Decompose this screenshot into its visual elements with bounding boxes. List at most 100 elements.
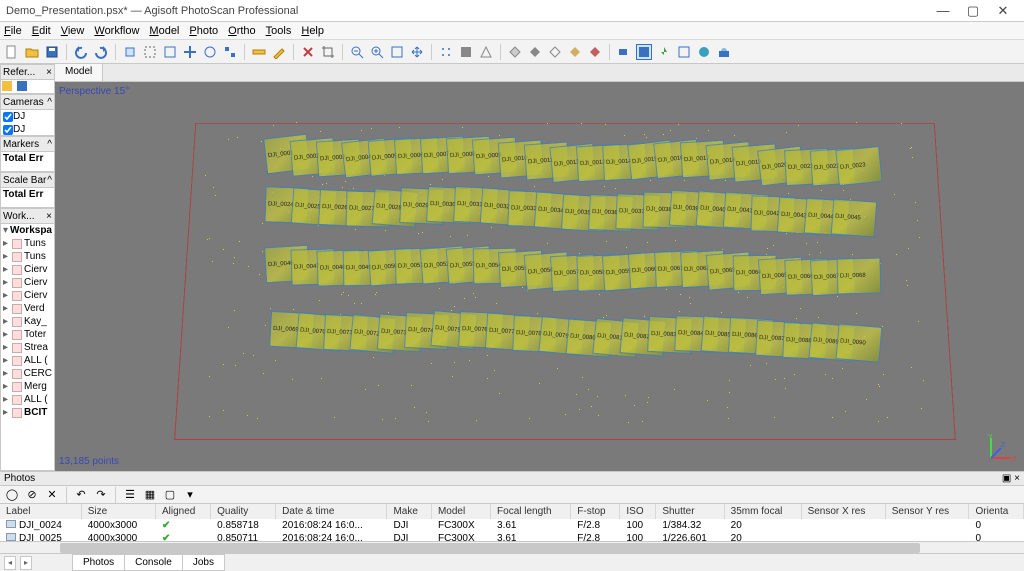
minimize-button[interactable]: — [928, 3, 958, 18]
table-row[interactable]: DJI_00244000x3000✔0.8587182016:08:24 16:… [0, 519, 1024, 532]
workspace-panel-header[interactable]: Work...× [0, 208, 55, 224]
zoom-fit-icon[interactable] [389, 44, 405, 60]
workspace-item[interactable]: ▸Verd [1, 302, 54, 315]
table-header[interactable]: F-stop [571, 504, 620, 519]
table-header[interactable]: Label [0, 504, 81, 519]
new-icon[interactable] [4, 44, 20, 60]
details-view-icon[interactable]: ☰ [122, 487, 138, 503]
select-marquee-icon[interactable] [162, 44, 178, 60]
status-right-arrow[interactable]: ▸ [20, 556, 32, 570]
table-header[interactable]: Sensor X res [801, 504, 885, 519]
workspace-item[interactable]: ▸Tuns [1, 237, 54, 250]
table-header[interactable]: Model [431, 504, 490, 519]
table-header[interactable]: ISO [620, 504, 656, 519]
workspace-item[interactable]: ▸Kay_ [1, 315, 54, 328]
pan-icon[interactable] [409, 44, 425, 60]
camera-item[interactable]: DJ [1, 123, 54, 136]
view-dense-icon[interactable] [458, 44, 474, 60]
reference-panel-header[interactable]: Refer...× [0, 64, 55, 80]
thumbnail-view-icon[interactable]: ▦ [142, 487, 158, 503]
maximize-button[interactable]: ▢ [958, 3, 988, 19]
cameras-panel-header[interactable]: Cameras^ [0, 94, 55, 110]
view-points-icon[interactable] [438, 44, 454, 60]
redo-icon[interactable] [93, 44, 109, 60]
model-viewport[interactable]: Perspective 15° 13,185 points DJI_0001DJ… [55, 82, 1024, 471]
wire-icon[interactable] [547, 44, 563, 60]
shade-icon[interactable] [507, 44, 523, 60]
show-ortho-icon[interactable] [716, 44, 732, 60]
photos-hscroll[interactable] [0, 541, 1024, 553]
workspace-item[interactable]: ▸Tuns [1, 250, 54, 263]
menu-ortho[interactable]: Ortho [228, 25, 256, 37]
undo-icon[interactable] [73, 44, 89, 60]
texture-icon[interactable] [567, 44, 583, 60]
table-row[interactable]: DJI_00254000x3000✔0.8507112016:08:24 16:… [0, 532, 1024, 541]
remove-icon[interactable]: ✕ [44, 487, 60, 503]
table-header[interactable]: 35mm focal [724, 504, 801, 519]
table-header[interactable]: Sensor Y res [885, 504, 969, 519]
table-header[interactable]: Aligned [156, 504, 211, 519]
table-header[interactable]: Shutter [656, 504, 724, 519]
ruler-icon[interactable] [251, 44, 267, 60]
tab-model[interactable]: Model [55, 64, 103, 81]
menu-file[interactable]: File [4, 25, 22, 37]
status-left-arrow[interactable]: ◂ [4, 556, 16, 570]
rotate-right-icon[interactable]: ↷ [93, 487, 109, 503]
delete-icon[interactable] [300, 44, 316, 60]
table-header[interactable]: Make [387, 504, 432, 519]
pencil-icon[interactable] [271, 44, 287, 60]
rotate-left-icon[interactable]: ↶ [73, 487, 89, 503]
workspace-item[interactable]: ▸ALL ( [1, 393, 54, 406]
view-mesh-icon[interactable] [478, 44, 494, 60]
show-markers-icon[interactable] [656, 44, 672, 60]
nav-icon[interactable] [122, 44, 138, 60]
camera-item[interactable]: DJ [1, 110, 54, 123]
workspace-item[interactable]: ▸CERC [1, 367, 54, 380]
zoom-out-icon[interactable] [349, 44, 365, 60]
large-view-icon[interactable]: ▢ [162, 487, 178, 503]
menu-edit[interactable]: Edit [32, 25, 51, 37]
workspace-item[interactable]: ▸ALL ( [1, 354, 54, 367]
menu-workflow[interactable]: Workflow [94, 25, 139, 37]
table-header[interactable]: Quality [211, 504, 276, 519]
workspace-item[interactable]: ▸Strea [1, 341, 54, 354]
scale-icon[interactable] [222, 44, 238, 60]
menu-photo[interactable]: Photo [189, 25, 218, 37]
workspace-item[interactable]: ▸BCIT [1, 406, 54, 419]
camera-thumb[interactable]: DJI_0090 [836, 323, 883, 363]
select-rect-icon[interactable] [142, 44, 158, 60]
menu-model[interactable]: Model [149, 25, 179, 37]
status-tab-console[interactable]: Console [124, 554, 183, 571]
show-cams-icon[interactable] [616, 44, 632, 60]
workspace-item[interactable]: ▸Merg [1, 380, 54, 393]
crop-icon[interactable] [320, 44, 336, 60]
workspace-item[interactable]: ▸Cierv [1, 276, 54, 289]
save-icon[interactable] [44, 44, 60, 60]
camera-thumb[interactable]: DJI_0045 [831, 198, 878, 237]
menu-view[interactable]: View [61, 25, 85, 37]
workspace-item[interactable]: ▸Cierv [1, 289, 54, 302]
open-icon[interactable] [24, 44, 40, 60]
menu-tools[interactable]: Tools [266, 25, 292, 37]
status-tab-jobs[interactable]: Jobs [182, 554, 225, 571]
workspace-item[interactable]: ▸Cierv [1, 263, 54, 276]
table-header[interactable]: Date & time [276, 504, 387, 519]
confidence-icon[interactable] [587, 44, 603, 60]
scalebars-panel-header[interactable]: Scale Bar^ [0, 172, 55, 188]
markers-panel-header[interactable]: Markers^ [0, 136, 55, 152]
table-header[interactable]: Focal length [491, 504, 571, 519]
dropdown-icon[interactable]: ▾ [182, 487, 198, 503]
move-icon[interactable] [182, 44, 198, 60]
rotate-icon[interactable] [202, 44, 218, 60]
photos-panel-header[interactable]: Photos ▣ × [0, 472, 1024, 486]
disable-icon[interactable]: ⊘ [24, 487, 40, 503]
workspace-item[interactable]: ▸Toter [1, 328, 54, 341]
camera-thumb[interactable]: DJI_0023 [835, 146, 882, 186]
zoom-in-icon[interactable] [369, 44, 385, 60]
table-header[interactable]: Orienta [969, 504, 1024, 519]
solid-icon[interactable] [527, 44, 543, 60]
status-tab-photos[interactable]: Photos [72, 554, 125, 571]
enable-icon[interactable]: ◯ [4, 487, 20, 503]
show-thumbs-icon[interactable] [636, 44, 652, 60]
show-trackball-icon[interactable] [696, 44, 712, 60]
